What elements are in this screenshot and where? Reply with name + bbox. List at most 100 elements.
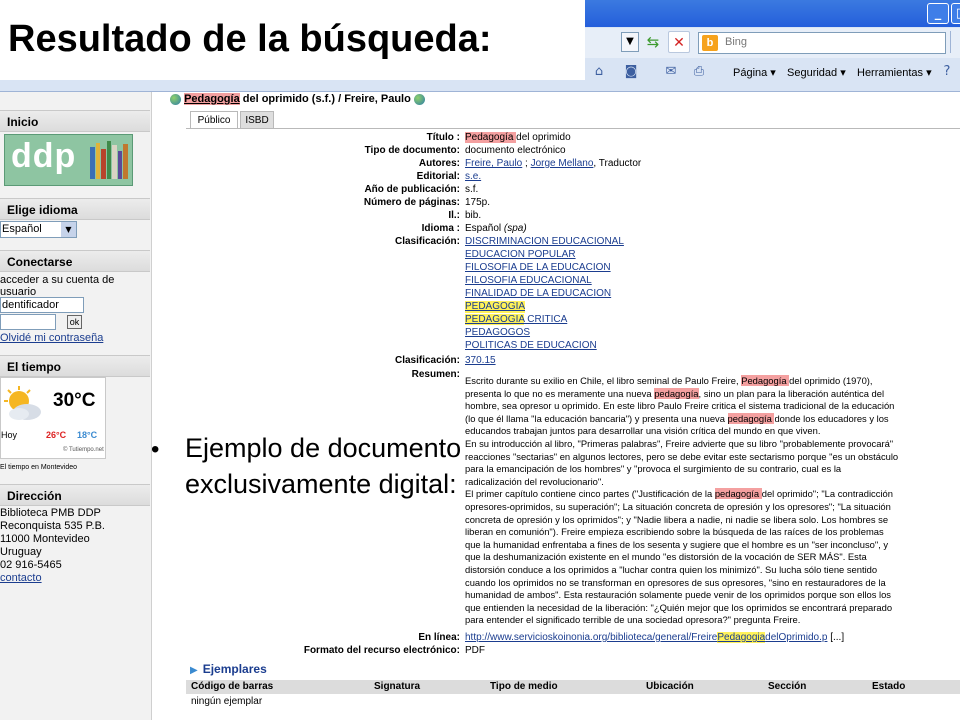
classification-link[interactable]: PEDAGOGOS — [465, 327, 530, 339]
column-header: Sección — [768, 681, 807, 692]
login-ok-button[interactable]: ok — [67, 315, 82, 329]
field-value-il: bib. — [465, 210, 482, 221]
address-line: 02 916-5465 — [0, 559, 62, 571]
field-label: Número de páginas: — [363, 197, 460, 208]
column-header: Ubicación — [646, 681, 694, 692]
help-icon[interactable]: ? — [938, 63, 956, 81]
field-value-year: s.f. — [465, 184, 479, 195]
weather-high: 26°C — [46, 430, 67, 440]
summary-line: opresores-oprimidos, su superación"; La … — [465, 501, 891, 512]
copies-section-toggle[interactable]: ▶ Ejemplares — [190, 662, 267, 676]
tab-publico[interactable]: Público — [190, 111, 238, 129]
address-line: Biblioteca PMB DDP — [0, 507, 101, 519]
page-menu[interactable]: Página ▾ — [733, 66, 776, 79]
summary-line: que la deshumanización existente en el m… — [465, 551, 867, 563]
summary-line: liberan en comunión"). Freire empieza es… — [465, 526, 884, 538]
classification-number-link[interactable]: 370.15 — [465, 355, 496, 367]
address-line: Uruguay — [0, 546, 42, 558]
online-url-link[interactable]: http://www.servicioskoinonia.org/bibliot… — [465, 632, 827, 643]
author-link[interactable]: Jorge Mellano — [531, 158, 594, 169]
forgot-password-link[interactable]: Olvidé mi contraseña — [0, 332, 103, 344]
author-link[interactable]: Freire, Paulo — [465, 158, 522, 169]
field-value-format: PDF — [465, 645, 485, 656]
bullet-icon: • — [151, 436, 160, 463]
summary-line: educandos trabajan juntos para desarroll… — [465, 425, 821, 437]
classification-link[interactable]: FINALIDAD DE LA EDUCACION — [465, 288, 611, 300]
contact-link[interactable]: contacto — [0, 572, 42, 584]
summary-line: para la emancipación de los hombres" y "… — [465, 463, 842, 475]
summary-line: En su introducción al libro, "Primeras p… — [465, 438, 894, 449]
security-menu[interactable]: Seguridad ▾ — [787, 66, 846, 79]
sidebar-heading-inicio[interactable]: Inicio — [0, 110, 150, 132]
field-label: Resumen: — [411, 369, 460, 380]
field-value-type: documento electrónico — [465, 145, 566, 156]
minimize-button[interactable]: _ — [927, 3, 949, 24]
field-value-language: Español (spa) — [465, 223, 527, 234]
summary-line: Escrito durante su exilio en Chile, el l… — [465, 375, 873, 386]
language-select[interactable]: Español ▼ — [0, 221, 77, 238]
publisher-link[interactable]: s.e. — [465, 171, 481, 183]
feeds-icon[interactable]: ◙ — [622, 63, 640, 81]
ddp-logo[interactable]: ddp — [4, 134, 133, 186]
summary-line: (lo que él llama "la educación bancaria"… — [465, 412, 889, 424]
search-placeholder: Bing — [725, 36, 748, 48]
tab-isbd[interactable]: ISBD — [240, 111, 274, 129]
weather-day: Hoy — [1, 430, 18, 440]
logo-text: ddp — [11, 137, 77, 175]
record-title: Pedagogía del oprimido (s.f.) / Freire, … — [170, 93, 425, 107]
bing-logo-icon: b — [702, 35, 718, 51]
summary-line: radicalización del revolucionario". — [465, 475, 604, 487]
chevron-down-icon: ▼ — [61, 222, 76, 237]
classification-link[interactable]: EDUCACION POPULAR — [465, 249, 576, 261]
mail-icon[interactable]: ✉ — [662, 63, 680, 81]
classification-link[interactable]: DISCRIMINACION EDUCACIONAL — [465, 236, 624, 248]
books-icon — [90, 141, 128, 179]
summary-line: hombre, sea opresor u oprimido. En este … — [465, 400, 895, 412]
field-label: Tipo de documento: — [364, 145, 460, 156]
address-dropdown-button[interactable]: ▼ — [621, 32, 639, 52]
weather-caption: El tiempo en Montevideo — [0, 464, 78, 471]
field-label: Clasificación: — [394, 355, 460, 366]
field-label: Il.: — [448, 210, 460, 221]
classification-link[interactable]: POLITICAS DE EDUCACION — [465, 340, 597, 352]
slide-title-box: Resultado de la búsqueda: — [0, 0, 585, 80]
weather-temperature: 30°C — [53, 390, 96, 411]
column-header: Signatura — [374, 681, 421, 692]
classification-link[interactable]: PEDAGOGIA CRITICA — [465, 314, 567, 326]
summary-line: presenta lo que no es meramente una nuev… — [465, 387, 885, 399]
globe-icon[interactable] — [413, 93, 425, 105]
partly-cloudy-icon — [4, 386, 41, 420]
tools-menu[interactable]: Herramientas ▾ — [857, 66, 932, 79]
field-label: Idioma : — [421, 223, 460, 234]
search-button[interactable] — [950, 31, 960, 53]
field-value-title: Pedagogía del oprimido — [465, 132, 571, 143]
summary-line: para entender el significado terrible de… — [465, 614, 801, 626]
expand-arrow-icon: ▶ — [190, 665, 198, 676]
username-input[interactable]: dentificador — [0, 297, 84, 313]
copies-table-header: Código de barras Signatura Tipo de medio… — [186, 680, 960, 694]
copies-empty-message: ningún ejemplar — [191, 696, 263, 707]
column-header: Estado — [872, 681, 906, 692]
classification-link[interactable]: PEDAGOGIA — [465, 301, 526, 313]
weather-source: © Tutiempo.net — [63, 447, 104, 453]
summary-line: que entienden la necesidad de la liberac… — [465, 601, 893, 613]
summary-line: concreta de opresión y los oprimidos"; y… — [465, 513, 889, 525]
field-label: En línea: — [418, 632, 460, 643]
classification-link[interactable]: FILOSOFIA EDUCACIONAL — [465, 275, 592, 287]
maximize-button[interactable]: □ — [951, 3, 960, 24]
home-icon[interactable]: ⌂ — [590, 63, 608, 81]
field-value-authors: Freire, Paulo ; Jorge Mellano, Traductor — [465, 158, 642, 169]
column-header: Tipo de medio — [490, 681, 558, 692]
print-icon[interactable]: ⎙ — [690, 63, 708, 81]
refresh-icon[interactable]: ⇆ — [642, 31, 664, 53]
classification-link[interactable]: FILOSOFIA DE LA EDUCACION — [465, 262, 611, 274]
field-label: Formato del recurso electrónico: — [303, 645, 460, 656]
search-input[interactable]: b Bing — [698, 32, 946, 54]
field-label: Autores: — [418, 158, 460, 169]
login-prompt-line1: acceder a su cuenta de — [0, 274, 115, 286]
weather-widget[interactable]: 30°C Hoy 26°C 18°C © Tutiempo.net — [0, 377, 106, 459]
stop-icon[interactable]: ✕ — [668, 31, 690, 53]
password-input[interactable] — [0, 314, 56, 330]
summary-line: reacciones "sectarias" en algunos lector… — [465, 450, 899, 462]
summary-line: cuando los oprimidos no se transforman e… — [465, 576, 886, 588]
